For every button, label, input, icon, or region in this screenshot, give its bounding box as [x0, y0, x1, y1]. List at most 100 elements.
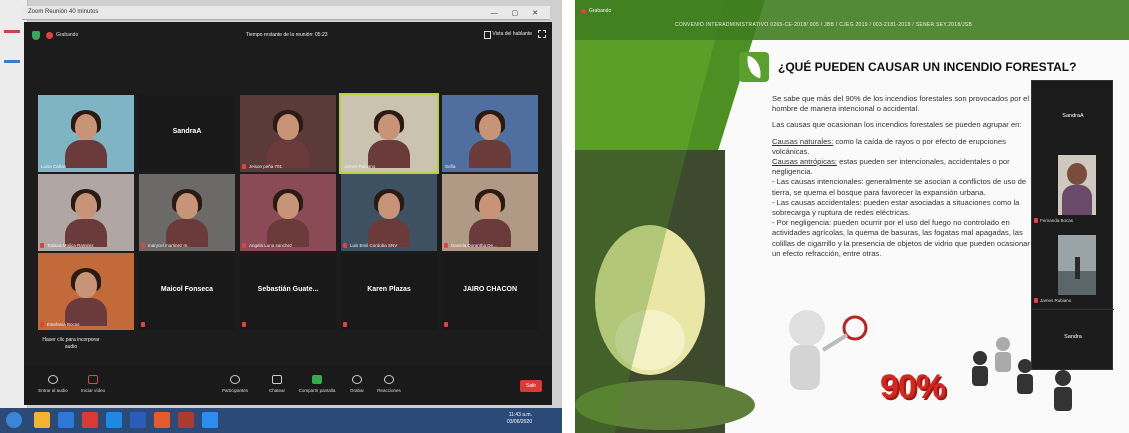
participant-tile[interactable]: James Rubiano: [339, 93, 439, 174]
taskbar-app-icon[interactable]: [82, 412, 98, 428]
start-icon[interactable]: [6, 412, 22, 428]
end-meeting-button[interactable]: Salir: [520, 380, 542, 392]
mic-muted-icon: [242, 243, 246, 248]
participant-tile[interactable]: Jeison peña 701: [240, 95, 336, 172]
taskbar-app-icon[interactable]: [154, 412, 170, 428]
clock-time: 11:43 a.m.: [508, 412, 532, 418]
taskbar-clock[interactable]: 11:43 a.m. 03/06/2020: [507, 412, 532, 426]
gallery-tile-video[interactable]: Fernanda Bocas: [1032, 151, 1114, 227]
window-controls[interactable]: — ▢ ✕: [491, 9, 544, 17]
taskbar-app-icon[interactable]: [106, 412, 122, 428]
participant-tile[interactable]: JAIRO CHACON: [442, 253, 538, 330]
participant-tile[interactable]: marycel martinez m.: [139, 174, 235, 251]
participant-name-label: Jeison peña 701: [249, 164, 283, 169]
participants-icon: [230, 375, 240, 384]
reactions-label: Reacciones: [377, 388, 401, 393]
record-label: Grabar: [349, 388, 364, 393]
record-icon: [352, 375, 362, 384]
reactions-button[interactable]: Reacciones: [364, 375, 414, 393]
participant-video: [366, 110, 412, 168]
join-audio-hint[interactable]: Haser clic para incorporar audio: [38, 337, 104, 351]
participant-name-label: Luisa Cañas: [41, 164, 67, 169]
mic-muted-icon: [40, 322, 44, 327]
anthropic-causes-line: Causas antrópicas: estas pueden ser inte…: [772, 157, 1034, 177]
taskbar-app-icon[interactable]: [34, 412, 50, 428]
mic-muted-icon: [444, 243, 448, 248]
participants-label: Participantes: [221, 388, 248, 393]
participant-tile[interactable]: Karen Plazas: [341, 253, 437, 330]
participant-display-name: Karen Plazas: [367, 286, 411, 293]
mic-muted-icon: [141, 322, 145, 327]
taskbar-app-icon[interactable]: [178, 412, 194, 428]
participant-video: [164, 189, 210, 247]
participant-video: [265, 110, 311, 168]
ninety-percent-graphic: 90%: [880, 368, 946, 406]
gallery-participant-name: Sandra: [1064, 334, 1082, 340]
participant-name-label: Sofía: [445, 164, 456, 169]
fullscreen-icon[interactable]: [538, 30, 546, 38]
share-screen-icon: [312, 375, 322, 384]
participant-video: [366, 189, 412, 247]
participant-name-label: Daniela Dorantha De...: [451, 243, 497, 248]
mic-muted-icon: [1034, 218, 1038, 223]
taskbar-app-icon[interactable]: [202, 412, 218, 428]
start-video-button[interactable]: Iniciar vídeo: [68, 375, 118, 393]
doc-marker: [4, 30, 20, 33]
anthropic-causes-label: Causas antrópicas:: [772, 157, 838, 167]
participant-video: [63, 268, 109, 326]
participant-tile[interactable]: SandraA: [139, 95, 235, 172]
speaker-view-button[interactable]: Vista del hablante: [484, 31, 532, 39]
participant-tile[interactable]: Daniela Dorantha De...: [442, 174, 538, 251]
bullet-item: - Por negligencia: pueden ocurrir por el…: [772, 218, 1030, 258]
participant-display-name: Sebastián Guate...: [257, 286, 319, 293]
record-dot-icon: [581, 9, 586, 14]
shared-slide-photo: Grabando CONVENIO INTERADMINISTRATIVO 02…: [575, 0, 1129, 433]
start-video-label: Iniciar vídeo: [80, 388, 106, 393]
record-dot-icon: [46, 32, 53, 39]
mic-muted-icon: [343, 322, 347, 327]
participant-tile[interactable]: Estefania Bocas: [38, 253, 134, 330]
participant-video: [1058, 235, 1096, 295]
mic-muted-icon: [40, 243, 44, 248]
participant-tile[interactable]: Luis Emil Cordoba SNV: [341, 174, 437, 251]
gallery-tile-video[interactable]: James Rubiano: [1032, 231, 1114, 307]
taskbar-app-icon[interactable]: [130, 412, 146, 428]
participant-name-label: Angela Luna sanchez: [249, 243, 293, 248]
slide-paragraph: Las causas que ocasionan los incendios f…: [772, 120, 1022, 130]
shield-icon[interactable]: [32, 31, 40, 40]
mic-muted-icon: [242, 164, 246, 169]
gallery-participant-name: James Rubiano: [1040, 298, 1072, 303]
gallery-tile-name-only[interactable]: Sandra: [1032, 309, 1114, 371]
participant-name-label: marycel martinez m.: [148, 243, 189, 248]
video-off-icon: [88, 375, 98, 384]
gallery-tile-name-only[interactable]: SandraA: [1032, 81, 1114, 151]
screenshot-collage: Zoom Reunión 40 minutos — ▢ ✕ Grabando T…: [0, 0, 1129, 433]
natural-causes-line: Causas naturales: como la caída de rayos…: [772, 137, 1034, 157]
taskbar-app-icon[interactable]: [58, 412, 74, 428]
participant-tile[interactable]: Sofía: [442, 95, 538, 172]
participant-name-label: James Rubiano: [344, 164, 376, 169]
magnifier-figure: [789, 310, 868, 390]
participant-name-label: Estefania Bocas: [47, 322, 80, 327]
slide-body: Se sabe que más del 90% de los incendios…: [772, 94, 1034, 259]
window-title: Zoom Reunión 40 minutos: [28, 9, 99, 15]
chat-icon: [272, 375, 282, 384]
participant-tile[interactable]: Tatiana Mojica Ramirez: [38, 174, 134, 251]
window-title-bar: Zoom Reunión 40 minutos — ▢ ✕: [22, 6, 550, 20]
recording-label: Grabando: [56, 32, 79, 38]
join-audio-label: Entrar al audio: [38, 388, 68, 393]
participant-name-label: Luis Emil Cordoba SNV: [350, 243, 398, 248]
gallery-participant-name: Fernanda Bocas: [1040, 218, 1074, 223]
participant-tile[interactable]: Luisa Cañas: [38, 95, 134, 172]
zoom-gallery-photo: Zoom Reunión 40 minutos — ▢ ✕ Grabando T…: [0, 0, 562, 433]
participant-tile[interactable]: Angela Luna sanchez: [240, 174, 336, 251]
participant-video: [63, 189, 109, 247]
participant-video: [467, 189, 513, 247]
participant-tile[interactable]: Maicol Fonseca: [139, 253, 235, 330]
participant-tile[interactable]: Sebastián Guate...: [240, 253, 336, 330]
windows-taskbar: 11:43 a.m. 03/06/2020: [0, 408, 562, 433]
meeting-top-bar: Grabando Tiempo restante de la reunión: …: [24, 22, 552, 50]
mic-muted-icon: [141, 243, 145, 248]
participant-display-name: JAIRO CHACON: [462, 286, 518, 293]
participant-video: [1058, 155, 1096, 215]
